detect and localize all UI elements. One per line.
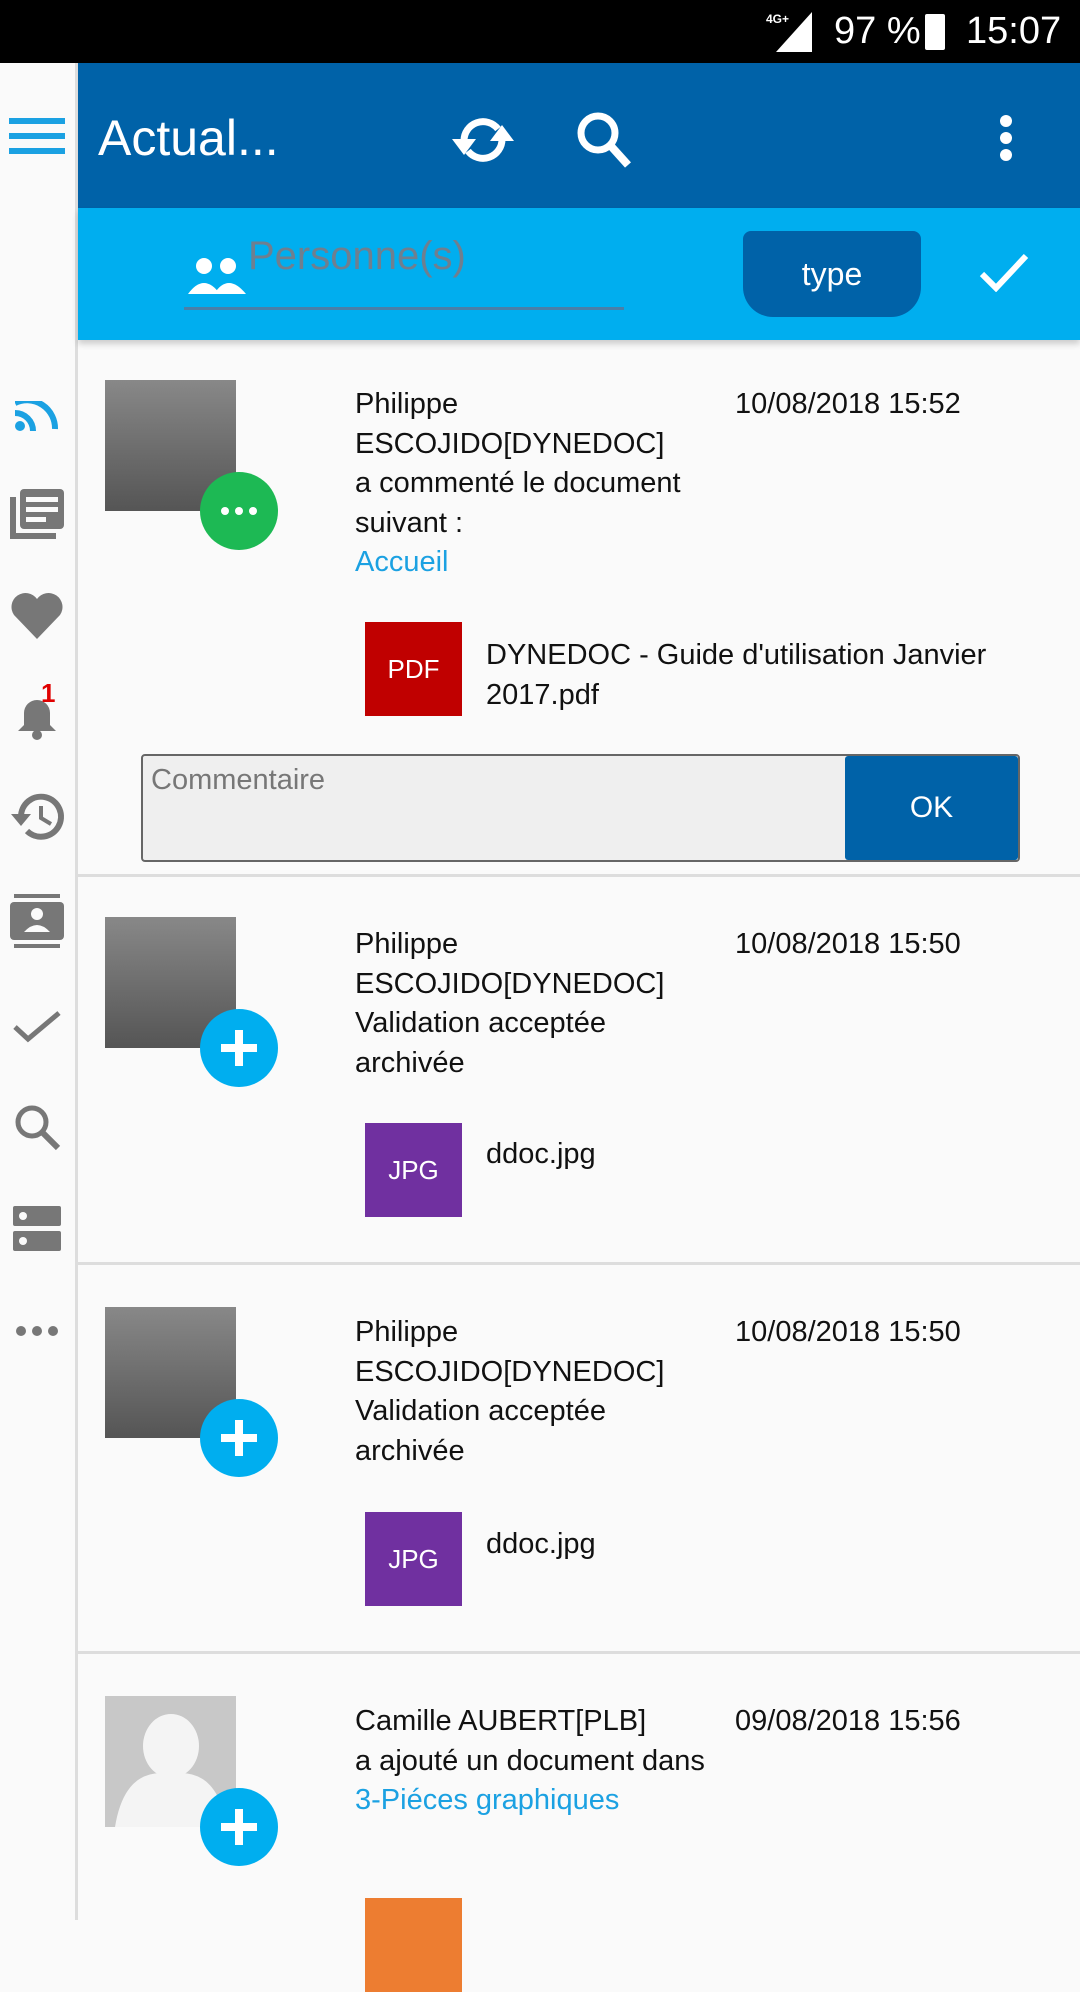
persons-input[interactable]: Personne(s) [184, 226, 624, 310]
sync-icon[interactable] [450, 111, 516, 169]
file-name[interactable]: ddoc.jpg [486, 1525, 1046, 1565]
page-title: Actual... [98, 110, 279, 166]
file-name[interactable]: ddoc.jpg [486, 1135, 1046, 1175]
search-icon[interactable] [574, 109, 634, 169]
feed-text: Philippe ESCOJIDO[DYNEDOC] Validation acce… [355, 928, 665, 1079]
bell-icon[interactable]: 1 [9, 678, 65, 744]
filter-bar: Personne(s) type [78, 208, 1080, 340]
type-button[interactable]: type [743, 231, 921, 317]
notification-badge: 1 [41, 678, 56, 708]
feed-text: Philippe ESCOJIDO[DYNEDOC] a commenté le d… [355, 385, 715, 583]
search-icon[interactable] [9, 1099, 65, 1155]
battery-percent: 97 % [834, 10, 921, 52]
file-name[interactable]: DYNEDOC - Guide d'utilisation Janvier 20… [486, 636, 1046, 715]
app-toolbar: Actual... [78, 63, 1080, 208]
feed-date: 09/08/2018 15:56 [735, 1705, 961, 1737]
feed-date: 10/08/2018 15:50 [735, 1316, 961, 1348]
menu-icon[interactable] [9, 108, 65, 164]
feed-text: Philippe ESCOJIDO[DYNEDOC] Validation acce… [355, 1316, 665, 1467]
history-icon[interactable] [9, 789, 65, 845]
ok-button[interactable]: OK [845, 756, 1018, 860]
more-horiz-icon[interactable] [9, 1303, 65, 1359]
comment-input[interactable]: Commentaire [151, 764, 325, 797]
rss-icon[interactable] [9, 388, 65, 444]
add-badge-icon [200, 1399, 278, 1477]
clock: 15:07 [966, 10, 1062, 52]
check-icon[interactable] [978, 252, 1030, 292]
sidebar: 1 [0, 63, 78, 1920]
pdf-file-icon[interactable]: PDF [365, 622, 462, 716]
jpg-file-icon[interactable]: JPG [365, 1512, 462, 1606]
heart-icon[interactable] [9, 587, 65, 643]
feed-item[interactable]: Philippe ESCOJIDO[DYNEDOC] Validation acce… [78, 877, 1080, 1265]
feed-item[interactable]: Philippe ESCOJIDO[DYNEDOC] Validation acce… [78, 1265, 1080, 1654]
jpg-file-icon[interactable]: JPG [365, 1123, 462, 1217]
persons-placeholder: Personne(s) [248, 234, 466, 278]
feed-date: 10/08/2018 15:52 [735, 388, 961, 420]
more-vert-icon[interactable] [998, 115, 1014, 161]
contacts-icon[interactable] [9, 893, 65, 949]
battery-icon [925, 14, 945, 50]
folder-link[interactable]: 3-Piéces graphiques [355, 1784, 619, 1816]
feed-item[interactable]: Philippe ESCOJIDO[DYNEDOC] a commenté le d… [78, 340, 1080, 877]
comment-badge-icon [200, 472, 278, 550]
people-icon [188, 258, 246, 294]
feed-item[interactable]: Camille AUBERT[PLB] a ajouté un document … [78, 1654, 1080, 1992]
status-bar: 4G+ 97 % 15:07 [0, 0, 1080, 63]
comment-box: Commentaire OK [141, 754, 1020, 862]
signal-icon [776, 12, 812, 52]
feed-date: 10/08/2018 15:50 [735, 928, 961, 960]
check-icon[interactable] [9, 997, 65, 1053]
file-icon[interactable] [365, 1898, 462, 1992]
storage-icon[interactable] [9, 1201, 65, 1257]
feed-text: Camille AUBERT[PLB] a ajouté un document … [355, 1705, 705, 1817]
add-badge-icon [200, 1009, 278, 1087]
document-link[interactable]: Accueil [355, 543, 715, 583]
news-icon[interactable] [9, 486, 65, 542]
add-badge-icon [200, 1788, 278, 1866]
